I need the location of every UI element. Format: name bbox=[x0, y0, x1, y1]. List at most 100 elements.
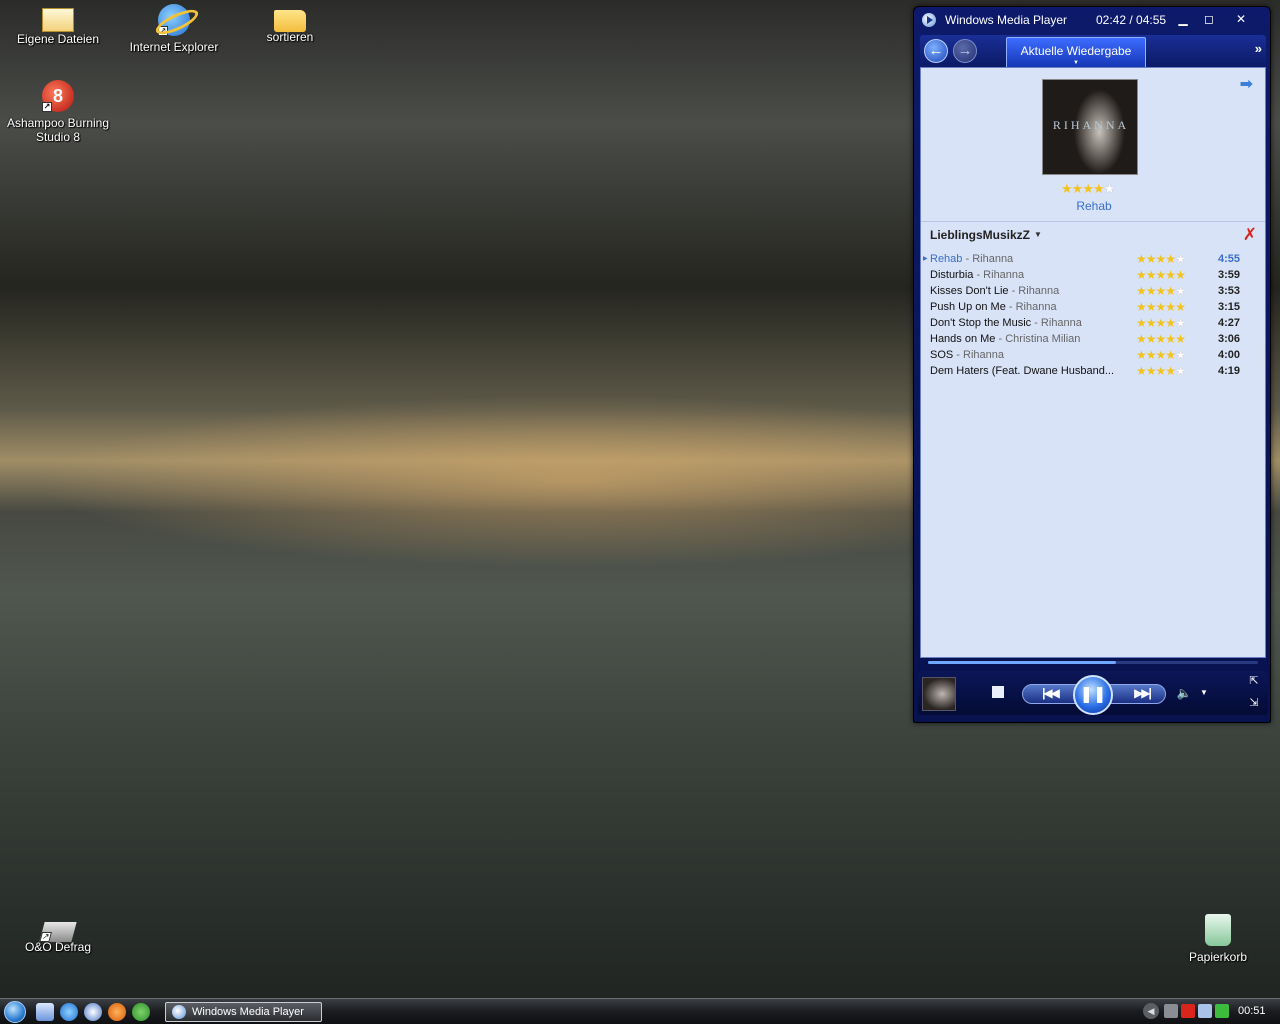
star-filled-icon: ★ bbox=[1145, 316, 1157, 330]
star-filled-icon: ★ bbox=[1155, 348, 1167, 362]
taskbar-button-wmp[interactable]: Windows Media Player bbox=[165, 1002, 322, 1022]
star-filled-icon: ★ bbox=[1175, 332, 1186, 346]
star-filled-icon: ★ bbox=[1165, 364, 1176, 378]
start-button[interactable] bbox=[4, 1001, 26, 1023]
star-filled-icon: ★ bbox=[1175, 300, 1186, 314]
star-filled-icon: ★ bbox=[1155, 300, 1167, 314]
star-filled-icon: ★ bbox=[1165, 332, 1176, 346]
pause-button[interactable]: ❚❚ bbox=[1073, 675, 1113, 715]
track-rating[interactable]: ★★★★★ bbox=[1136, 315, 1186, 331]
network-icon[interactable] bbox=[1198, 1004, 1212, 1018]
wireless-icon[interactable] bbox=[1215, 1004, 1229, 1018]
playlist-row[interactable]: Disturbia - Rihanna ★★★★★ 3:59 bbox=[921, 267, 1265, 283]
track-rating[interactable]: ★★★★★ bbox=[1136, 283, 1186, 299]
switch-to-library-icon[interactable]: ➡ bbox=[1240, 74, 1253, 94]
forward-button[interactable]: → bbox=[953, 39, 977, 63]
wmp-icon[interactable] bbox=[84, 1003, 102, 1021]
playlist-row[interactable]: Dem Haters (Feat. Dwane Husband... ★★★★★ 4… bbox=[921, 363, 1265, 379]
now-playing-title[interactable]: Rehab bbox=[921, 199, 1267, 213]
star-filled-icon: ★ bbox=[1145, 364, 1157, 378]
star-filled-icon: ★ bbox=[1092, 181, 1105, 196]
star-filled-icon: ★ bbox=[1155, 364, 1167, 378]
album-art[interactable]: RIHANNA bbox=[1042, 79, 1138, 175]
star-filled-icon: ★ bbox=[1136, 252, 1147, 266]
maximize-button[interactable]: ◻ bbox=[1198, 11, 1220, 27]
previous-button[interactable]: |◀◀ bbox=[1032, 682, 1068, 704]
playlist-row[interactable]: Kisses Don't Lie - Rihanna ★★★★★ 3:53 bbox=[921, 283, 1265, 299]
track-duration: 3:59 bbox=[1218, 269, 1241, 281]
tab-now-playing[interactable]: Aktuelle Wiedergabe ▼ bbox=[1006, 37, 1146, 67]
fullscreen-button[interactable]: ⇱ bbox=[1246, 673, 1262, 689]
wmp-icon bbox=[172, 1005, 186, 1019]
taskbar-clock[interactable]: 00:51 bbox=[1238, 1005, 1266, 1017]
clear-playlist-icon[interactable]: ✗ bbox=[1243, 225, 1257, 245]
minimize-button[interactable]: ▁ bbox=[1172, 11, 1194, 27]
star-empty-icon: ★ bbox=[1103, 181, 1116, 196]
desktop-icon-internet-explorer[interactable]: ↗ Internet Explorer bbox=[119, 4, 229, 54]
album-art-text: RIHANNA bbox=[1052, 118, 1130, 132]
switch-to-skin-button[interactable]: ⇲ bbox=[1246, 695, 1262, 711]
track-rating[interactable]: ★★★★★ bbox=[1136, 251, 1186, 267]
show-desktop-icon[interactable] bbox=[36, 1003, 54, 1021]
playlist-row[interactable]: Push Up on Me - Rihanna ★★★★★ 3:15 bbox=[921, 299, 1265, 315]
playlist-row[interactable]: Hands on Me - Christina Milian ★★★★★ 3:06 bbox=[921, 331, 1265, 347]
desktop-icon-papierkorb[interactable]: Papierkorb bbox=[1163, 914, 1273, 964]
track-artist: - Rihanna bbox=[1031, 317, 1082, 329]
tray-expand-button[interactable]: ◀ bbox=[1143, 1003, 1159, 1019]
desktop-icon-label: Ashampoo Burning Studio 8 bbox=[6, 116, 110, 144]
desktop-icon-oo-defrag[interactable]: ↗ O&O Defrag bbox=[3, 916, 113, 954]
back-button[interactable]: ← bbox=[924, 39, 948, 63]
desktop-icon-label: Papierkorb bbox=[1188, 950, 1248, 964]
desktop-icon-ashampoo[interactable]: 8 ↗ Ashampoo Burning Studio 8 bbox=[3, 80, 113, 144]
desktop-icon-sortieren[interactable]: sortieren bbox=[235, 4, 345, 44]
track-duration: 4:55 bbox=[1218, 253, 1241, 265]
track-duration: 4:27 bbox=[1218, 317, 1241, 329]
playlist-row[interactable]: SOS - Rihanna ★★★★★ 4:00 bbox=[921, 347, 1265, 363]
track-rating[interactable]: ★★★★★ bbox=[1136, 347, 1186, 363]
track-rating[interactable]: ★★★★★ bbox=[1136, 267, 1186, 283]
track-name: Disturbia bbox=[930, 269, 974, 281]
more-tabs-button[interactable]: » bbox=[1255, 41, 1262, 56]
tray-app-icon[interactable] bbox=[1164, 1004, 1178, 1018]
track-name: Hands on Me bbox=[930, 333, 996, 345]
mini-album-art[interactable] bbox=[922, 677, 956, 711]
ati-icon[interactable] bbox=[1181, 1004, 1195, 1018]
star-filled-icon: ★ bbox=[1082, 181, 1094, 196]
volume-icon[interactable]: 🔈 bbox=[1176, 684, 1192, 702]
track-name: Rehab bbox=[930, 253, 963, 265]
burn-icon[interactable] bbox=[108, 1003, 126, 1021]
playlist-row[interactable]: ▶ Rehab - Rihanna ★★★★★ 4:55 bbox=[921, 251, 1265, 267]
tab-label: Aktuelle Wiedergabe bbox=[1020, 44, 1132, 58]
track-rating[interactable]: ★★★★★ bbox=[1136, 331, 1186, 347]
ie-icon[interactable] bbox=[60, 1003, 78, 1021]
star-empty-icon: ★ bbox=[1175, 316, 1186, 330]
messenger-icon[interactable] bbox=[132, 1003, 150, 1021]
playlist-name[interactable]: LieblingsMusikzZ bbox=[930, 228, 1030, 242]
now-playing-rating[interactable]: ★★★★★ bbox=[1061, 181, 1116, 197]
star-filled-icon: ★ bbox=[1165, 284, 1176, 298]
wmp-titlebar[interactable]: Windows Media Player 02:42 / 04:55 ▁ ◻ ✕ bbox=[914, 7, 1270, 33]
close-button[interactable]: ✕ bbox=[1230, 11, 1252, 27]
track-artist: - Rihanna bbox=[953, 349, 1004, 361]
next-button[interactable]: ▶▶| bbox=[1124, 682, 1160, 704]
stop-button[interactable] bbox=[992, 686, 1004, 698]
wmp-window[interactable]: Windows Media Player 02:42 / 04:55 ▁ ◻ ✕… bbox=[913, 6, 1271, 723]
chevron-down-icon[interactable]: ▼ bbox=[1034, 230, 1042, 239]
star-filled-icon: ★ bbox=[1155, 252, 1167, 266]
star-filled-icon: ★ bbox=[1165, 300, 1176, 314]
track-title: Hands on Me - Christina Milian bbox=[930, 331, 1130, 347]
track-rating[interactable]: ★★★★★ bbox=[1136, 363, 1186, 379]
star-filled-icon: ★ bbox=[1145, 252, 1157, 266]
playlist-row[interactable]: Don't Stop the Music - Rihanna ★★★★★ 4:27 bbox=[921, 315, 1265, 331]
desktop-icon-eigene-dateien[interactable]: Eigene Dateien bbox=[3, 4, 113, 46]
track-name: Push Up on Me bbox=[930, 301, 1006, 313]
playlist-tracks: ▶ Rehab - Rihanna ★★★★★ 4:55 Disturbia - Rih… bbox=[921, 251, 1265, 379]
track-rating[interactable]: ★★★★★ bbox=[1136, 299, 1186, 315]
star-filled-icon: ★ bbox=[1136, 332, 1147, 346]
star-empty-icon: ★ bbox=[1175, 252, 1186, 266]
ashampoo-icon: 8 ↗ bbox=[42, 80, 74, 112]
volume-dropdown[interactable]: ▼ bbox=[1198, 685, 1210, 701]
star-filled-icon: ★ bbox=[1175, 268, 1186, 282]
star-filled-icon: ★ bbox=[1155, 332, 1167, 346]
seek-bar[interactable] bbox=[928, 661, 1258, 664]
